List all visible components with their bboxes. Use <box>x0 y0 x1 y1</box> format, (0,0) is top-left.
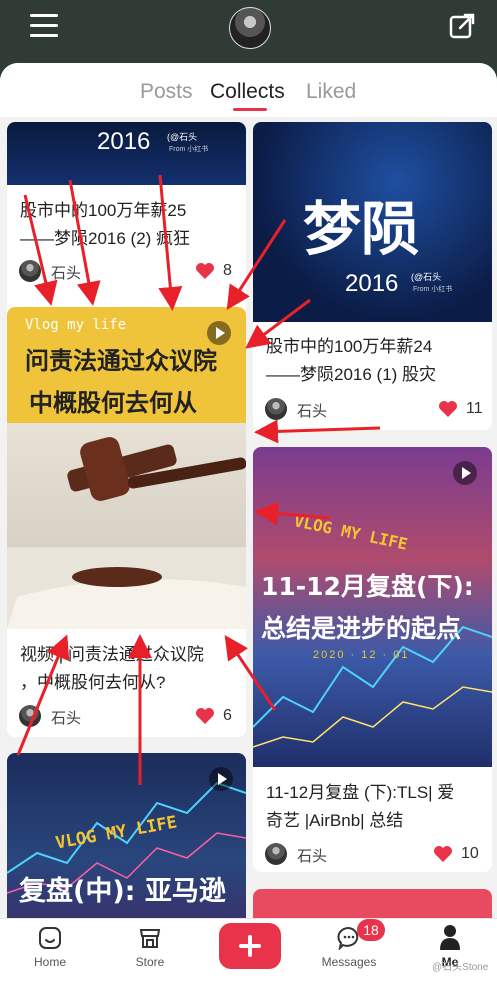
card-title: 股市中的100万年薪25 ——梦陨2016 (2) 疯狂 <box>20 201 191 248</box>
card-title: 视频 | 问责法通过众议院 ，中概股何去何从? <box>20 645 204 692</box>
thumb-headline: 11-12月复盘(下): <box>261 572 474 601</box>
play-icon <box>453 461 477 485</box>
card-author[interactable]: 石头 <box>19 705 139 729</box>
profile-avatar[interactable] <box>229 7 271 49</box>
thumb-headline: 问责法通过众议院 <box>25 347 217 375</box>
heart-icon <box>434 846 452 862</box>
play-icon <box>209 767 233 791</box>
card-author[interactable]: 石头 <box>265 843 385 867</box>
thumb-sub: From 小红书 <box>413 286 453 293</box>
avatar <box>265 398 287 420</box>
collect-card[interactable]: VLOG MY LIFE 11-12月复盘(下): 总结是进步的起点 2020 … <box>253 447 492 872</box>
thumb-badge: (@石头 <box>167 132 198 142</box>
like-count: 8 <box>223 262 232 279</box>
person-icon <box>440 925 460 950</box>
nav-store[interactable]: Store <box>110 919 190 985</box>
card-thumbnail: Vlog my life 问责法通过众议院 中概股何去何从 <box>7 307 246 629</box>
like-counter[interactable]: 8 <box>195 260 240 284</box>
thumb-vlog-text: Vlog my life <box>25 317 127 333</box>
gavel-image <box>7 437 246 629</box>
collect-card[interactable]: VLOG MY LIFE 复盘(中): 亚马逊 <box>7 753 246 933</box>
like-counter[interactable]: 11 <box>438 398 488 422</box>
card-thumbnail: 2016 (@石头 From 小红书 <box>7 122 246 185</box>
tab-liked[interactable]: Liked <box>306 80 356 104</box>
card-author[interactable]: 石头 <box>19 260 139 284</box>
tab-collects[interactable]: Collects <box>210 80 285 104</box>
like-counter[interactable]: 6 <box>195 705 240 729</box>
thumb-sub: From 小红书 <box>169 146 209 153</box>
thumb-year: 2016 <box>97 128 151 155</box>
home-icon <box>39 927 61 949</box>
store-icon <box>139 929 161 948</box>
nav-home[interactable]: Home <box>10 919 90 985</box>
author-name: 石头 <box>51 265 82 282</box>
tab-active-indicator <box>233 108 267 111</box>
like-count: 10 <box>461 845 479 862</box>
avatar <box>265 843 287 865</box>
stock-chart-image <box>253 625 492 748</box>
thumb-date: 2020 · 12 · 01 <box>313 649 410 661</box>
author-name: 石头 <box>297 848 328 865</box>
card-thumbnail: 梦陨 2016 (@石头 From 小红书 <box>253 122 492 322</box>
card-thumbnail: VLOG MY LIFE 11-12月复盘(下): 总结是进步的起点 2020 … <box>253 447 492 767</box>
bottom-nav: Home Store Messages 18 Me <box>0 918 497 985</box>
messages-badge: 18 <box>357 919 385 941</box>
author-name: 石头 <box>297 403 328 420</box>
collect-card[interactable]: 梦陨 2016 (@石头 From 小红书 股市中的100万年薪24 ——梦陨20… <box>253 122 492 430</box>
avatar <box>19 260 41 282</box>
content-sheet: Posts Collects Liked 2016 (@石头 From 小红书 … <box>0 63 497 984</box>
heart-icon <box>196 708 214 724</box>
thumb-badge: (@石头 <box>411 272 442 282</box>
collect-card[interactable]: Vlog my life 问责法通过众议院 中概股何去何从 视频 | 问责法通过… <box>7 307 246 737</box>
like-counter[interactable]: 10 <box>433 843 488 867</box>
avatar <box>19 705 41 727</box>
watermark: @石头Stone <box>432 962 489 973</box>
like-count: 11 <box>466 400 483 417</box>
external-link-icon[interactable] <box>448 12 476 40</box>
like-count: 6 <box>223 707 232 724</box>
hamburger-icon[interactable] <box>30 14 58 38</box>
card-thumbnail: VLOG MY LIFE 复盘(中): 亚马逊 <box>7 753 246 933</box>
top-bar <box>0 0 497 66</box>
nav-home-label: Home <box>33 955 66 969</box>
thumb-headline: 总结是进步的起点 <box>261 614 462 643</box>
thumb-headline: 梦陨 <box>303 195 420 263</box>
thumb-year: 2016 <box>345 270 399 297</box>
create-post-button[interactable] <box>219 923 281 969</box>
tab-posts[interactable]: Posts <box>140 80 193 104</box>
nav-me[interactable]: Me <box>410 919 490 985</box>
card-author[interactable]: 石头 <box>265 398 385 422</box>
card-title: 股市中的100万年薪24 ——梦陨2016 (1) 股灾 <box>266 337 437 384</box>
heart-icon <box>196 263 214 279</box>
nav-store-label: Store <box>135 955 165 969</box>
nav-messages-label: Messages <box>321 955 377 969</box>
author-name: 石头 <box>51 710 82 727</box>
thumb-headline: 中概股何去何从 <box>29 389 197 417</box>
card-title: 11-12月复盘 (下):TLS| 爱奇艺 |AirBnb| 总结 <box>266 783 455 830</box>
heart-icon <box>439 401 457 417</box>
tab-bar: Posts Collects Liked <box>0 63 497 117</box>
thumb-headline: 复盘(中): 亚马逊 <box>19 876 226 907</box>
